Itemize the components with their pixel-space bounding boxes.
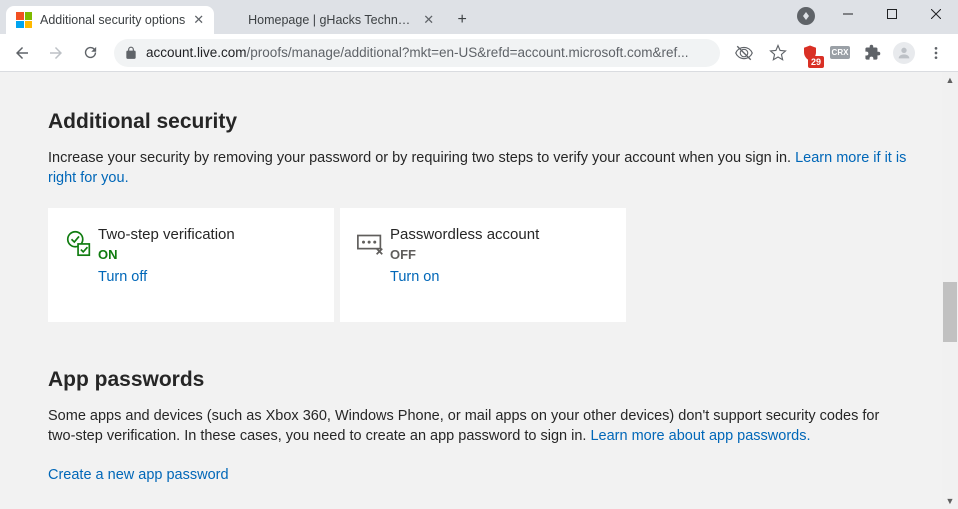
- window-controls: [826, 0, 958, 28]
- maximize-button[interactable]: [870, 0, 914, 28]
- ghacks-favicon: [224, 12, 240, 28]
- ublock-extension-icon[interactable]: 29: [796, 39, 824, 67]
- scroll-up-arrow[interactable]: ▲: [942, 72, 958, 88]
- profile-avatar[interactable]: [890, 39, 918, 67]
- minimize-button[interactable]: [826, 0, 870, 28]
- lock-icon: [124, 46, 138, 60]
- url-text: account.live.com/proofs/manage/additiona…: [146, 45, 689, 60]
- app-passwords-heading: App passwords: [48, 368, 910, 392]
- scroll-down-arrow[interactable]: ▼: [942, 493, 958, 509]
- extension-badge: 29: [808, 56, 824, 68]
- vertical-scrollbar[interactable]: ▲ ▼: [942, 72, 958, 509]
- back-button[interactable]: [6, 38, 38, 68]
- close-tab-icon[interactable]: ✕: [423, 12, 434, 28]
- passwordless-dots-icon: [356, 226, 390, 304]
- passwordless-status: OFF: [390, 247, 608, 262]
- tab-additional-security[interactable]: Additional security options ✕: [6, 6, 214, 34]
- tab-ghacks[interactable]: Homepage | gHacks Technology ✕: [214, 6, 444, 34]
- app-passwords-description: Some apps and devices (such as Xbox 360,…: [48, 406, 910, 446]
- crx-extension-icon[interactable]: CRX: [826, 39, 854, 67]
- two-step-title: Two-step verification: [98, 226, 316, 243]
- profile-indicator-icon[interactable]: [794, 4, 818, 28]
- passwordless-title: Passwordless account: [390, 226, 608, 243]
- browser-toolbar: account.live.com/proofs/manage/additiona…: [0, 34, 958, 72]
- address-bar[interactable]: account.live.com/proofs/manage/additiona…: [114, 39, 720, 67]
- tracking-protection-icon[interactable]: [728, 38, 760, 68]
- two-step-status: ON: [98, 247, 316, 262]
- reload-button[interactable]: [74, 38, 106, 68]
- tab-title: Additional security options: [40, 13, 185, 27]
- passwordless-turn-on-link[interactable]: Turn on: [390, 269, 439, 285]
- page-content: Additional security Increase your securi…: [0, 72, 958, 509]
- two-step-turn-off-link[interactable]: Turn off: [98, 269, 147, 285]
- learn-more-app-passwords-link[interactable]: Learn more about app passwords.: [590, 428, 810, 444]
- additional-security-description: Increase your security by removing your …: [48, 148, 910, 188]
- create-app-password-link[interactable]: Create a new app password: [48, 467, 229, 483]
- tab-strip: Additional security options ✕ Homepage |…: [0, 0, 476, 34]
- kebab-menu-icon[interactable]: [920, 38, 952, 68]
- tab-title: Homepage | gHacks Technology: [248, 13, 415, 27]
- close-tab-icon[interactable]: ✕: [193, 12, 204, 28]
- two-step-verification-card: Two-step verification ON Turn off: [48, 208, 334, 322]
- forward-button[interactable]: [40, 38, 72, 68]
- browser-titlebar: Additional security options ✕ Homepage |…: [0, 0, 958, 34]
- additional-security-heading: Additional security: [48, 110, 910, 134]
- scroll-thumb[interactable]: [943, 282, 957, 342]
- passwordless-account-card: Passwordless account OFF Turn on: [340, 208, 626, 322]
- two-step-shield-icon: [64, 226, 98, 304]
- extensions-puzzle-icon[interactable]: [856, 38, 888, 68]
- new-tab-button[interactable]: +: [448, 6, 476, 34]
- bookmark-star-icon[interactable]: [762, 38, 794, 68]
- microsoft-favicon: [16, 12, 32, 28]
- close-window-button[interactable]: [914, 0, 958, 28]
